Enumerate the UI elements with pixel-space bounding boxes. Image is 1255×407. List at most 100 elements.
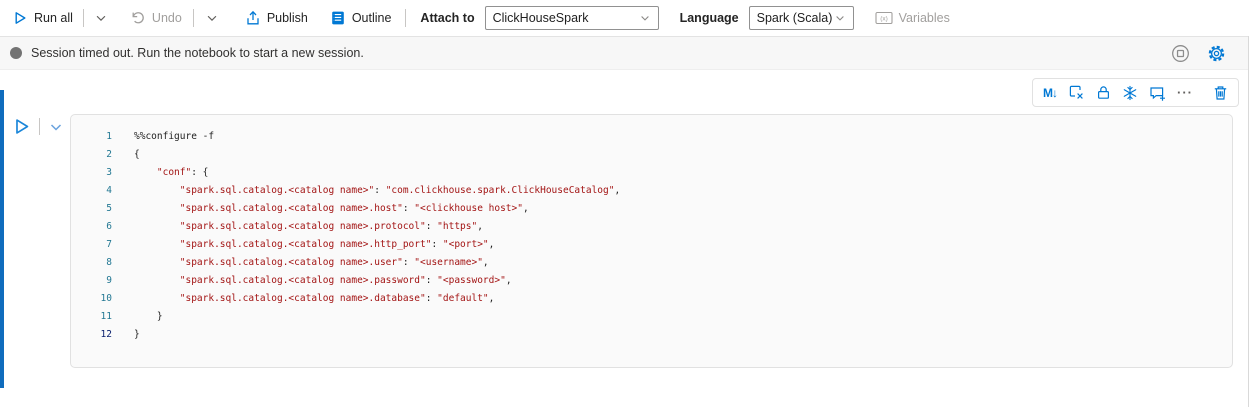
line-number: 8: [71, 254, 112, 272]
svg-text:(x): (x): [880, 16, 888, 23]
session-status-message: Session timed out. Run the notebook to s…: [31, 46, 364, 60]
toolbar-divider: [39, 118, 40, 135]
code-text: "conf": {: [112, 164, 208, 182]
undo-label: Undo: [152, 11, 182, 25]
code-lines: 1%%configure -f2{3 "conf": {4 "spark.sql…: [71, 128, 1232, 344]
panel-right-border: [1248, 36, 1249, 407]
code-line[interactable]: 8 "spark.sql.catalog.<catalog name>.user…: [71, 254, 1232, 272]
notebook-page: Run all Undo: [0, 0, 1255, 407]
attach-to-value: ClickHouseSpark: [493, 11, 589, 25]
code-text: {: [112, 146, 140, 164]
chevron-down-icon: [48, 119, 64, 135]
line-number: 1: [71, 128, 112, 146]
chevron-down-icon: [205, 11, 219, 25]
line-number: 5: [71, 200, 112, 218]
code-line[interactable]: 7 "spark.sql.catalog.<catalog name>.http…: [71, 236, 1232, 254]
cell-run-controls: [12, 117, 64, 136]
undo-icon: [130, 10, 146, 26]
language-value: Spark (Scala): [757, 11, 833, 25]
line-number: 2: [71, 146, 112, 164]
code-line[interactable]: 10 "spark.sql.catalog.<catalog name>.dat…: [71, 290, 1232, 308]
language-label: Language: [680, 11, 739, 25]
cell-focus-indicator: [0, 90, 4, 388]
line-number: 7: [71, 236, 112, 254]
chevron-down-icon: [94, 11, 108, 25]
play-icon: [12, 117, 31, 136]
comment-add-icon: [1149, 85, 1166, 101]
code-text: }: [112, 326, 140, 344]
publish-button[interactable]: Publish: [245, 10, 308, 26]
more-options-icon: ···: [1177, 88, 1193, 98]
line-number: 6: [71, 218, 112, 236]
snowflake-icon: [1122, 85, 1138, 101]
code-text: "spark.sql.catalog.<catalog name>.passwo…: [112, 272, 512, 290]
line-number: 10: [71, 290, 112, 308]
run-cell-button[interactable]: [12, 117, 31, 136]
session-settings-gear-icon[interactable]: [1207, 44, 1226, 63]
lock-cell-button[interactable]: [1096, 85, 1111, 100]
add-comment-button[interactable]: [1149, 85, 1166, 101]
outline-icon: [330, 10, 346, 26]
run-all-options-chevron[interactable]: [94, 11, 108, 25]
attach-to-select[interactable]: ClickHouseSpark: [485, 6, 659, 30]
cell-toolbar: M↓: [1032, 78, 1239, 107]
code-text: "spark.sql.catalog.<catalog name>.host":…: [112, 200, 529, 218]
outline-button[interactable]: Outline: [330, 10, 392, 26]
line-number: 4: [71, 182, 112, 200]
notebook-toolbar: Run all Undo: [0, 0, 1255, 36]
code-cell[interactable]: 1%%configure -f2{3 "conf": {4 "spark.sql…: [70, 114, 1233, 368]
trash-icon: [1213, 85, 1228, 101]
code-text: %%configure -f: [112, 128, 214, 146]
language-select[interactable]: Spark (Scala): [749, 6, 854, 30]
code-line[interactable]: 2{: [71, 146, 1232, 164]
convert-to-markdown-button[interactable]: M↓: [1043, 86, 1057, 100]
code-text: }: [112, 308, 163, 326]
collapse-cell-chevron[interactable]: [48, 119, 64, 135]
code-line[interactable]: 6 "spark.sql.catalog.<catalog name>.prot…: [71, 218, 1232, 236]
code-text: "spark.sql.catalog.<catalog name>": "com…: [112, 182, 620, 200]
undo-options-chevron[interactable]: [205, 11, 219, 25]
variables-label: Variables: [899, 11, 950, 25]
markdown-icon: M↓: [1043, 86, 1057, 100]
session-status-bar: Session timed out. Run the notebook to s…: [0, 36, 1248, 70]
outline-label: Outline: [352, 11, 392, 25]
freeze-cell-button[interactable]: [1122, 85, 1138, 101]
undo-button[interactable]: Undo: [130, 10, 182, 26]
variables-icon: (x): [875, 11, 893, 25]
toolbar-divider: [83, 9, 84, 27]
code-line[interactable]: 3 "conf": {: [71, 164, 1232, 182]
variables-button[interactable]: (x) Variables: [875, 11, 950, 25]
toolbar-divider: [193, 9, 194, 27]
toolbar-divider: [405, 9, 406, 27]
chevron-down-icon: [639, 12, 651, 24]
code-text: "spark.sql.catalog.<catalog name>.http_p…: [112, 236, 494, 254]
code-text: "spark.sql.catalog.<catalog name>.protoc…: [112, 218, 483, 236]
line-number: 3: [71, 164, 112, 182]
line-number: 9: [71, 272, 112, 290]
chevron-down-icon: [834, 12, 846, 24]
code-line[interactable]: 12}: [71, 326, 1232, 344]
run-all-button[interactable]: Run all: [12, 10, 73, 26]
code-line[interactable]: 11 }: [71, 308, 1232, 326]
session-actions: [1171, 44, 1226, 63]
clear-output-icon: [1068, 84, 1085, 101]
attach-to-label: Attach to: [420, 11, 474, 25]
line-number: 12: [71, 326, 112, 344]
code-line[interactable]: 9 "spark.sql.catalog.<catalog name>.pass…: [71, 272, 1232, 290]
clear-cell-output-button[interactable]: [1068, 84, 1085, 101]
stop-session-icon[interactable]: [1171, 44, 1190, 63]
play-icon: [12, 10, 28, 26]
publish-icon: [245, 10, 261, 26]
lock-icon: [1096, 85, 1111, 100]
line-number: 11: [71, 308, 112, 326]
code-line[interactable]: 4 "spark.sql.catalog.<catalog name>": "c…: [71, 182, 1232, 200]
code-text: "spark.sql.catalog.<catalog name>.user":…: [112, 254, 489, 272]
publish-label: Publish: [267, 11, 308, 25]
delete-cell-button[interactable]: [1213, 85, 1228, 101]
code-line[interactable]: 1%%configure -f: [71, 128, 1232, 146]
run-all-label: Run all: [34, 11, 73, 25]
session-status-dot-icon: [10, 47, 22, 59]
code-line[interactable]: 5 "spark.sql.catalog.<catalog name>.host…: [71, 200, 1232, 218]
more-cell-actions-button[interactable]: ···: [1177, 88, 1193, 98]
code-text: "spark.sql.catalog.<catalog name>.databa…: [112, 290, 494, 308]
